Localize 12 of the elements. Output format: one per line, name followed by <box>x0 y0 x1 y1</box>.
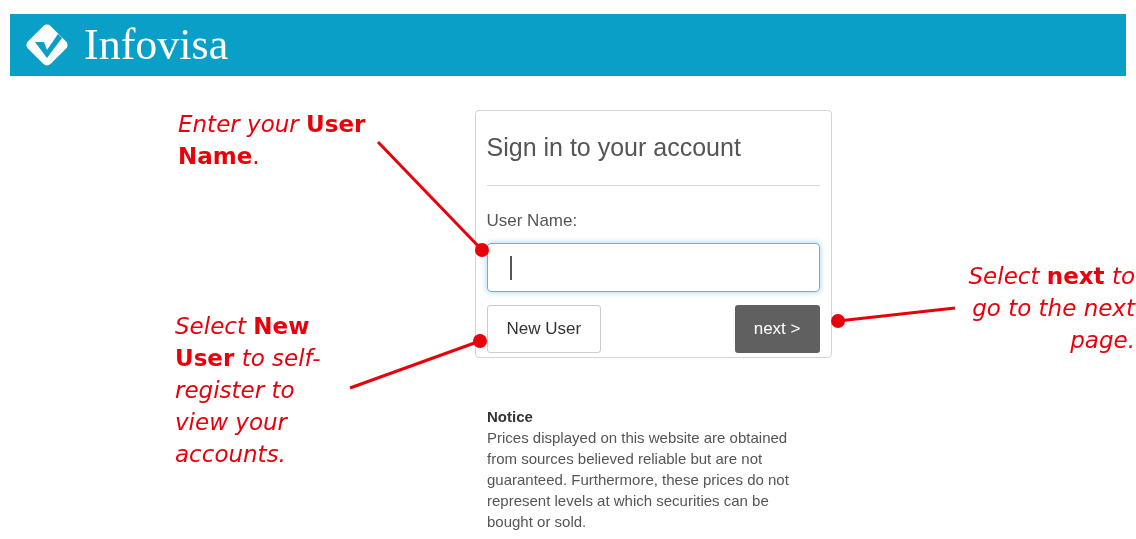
next-button[interactable]: next > <box>734 305 820 353</box>
card-title: Sign in to your account <box>486 129 820 186</box>
new-user-button[interactable]: New User <box>486 305 602 353</box>
notice-title: Notice <box>487 407 534 427</box>
text-cursor <box>509 255 512 280</box>
input-field[interactable] <box>486 243 820 292</box>
logo-text: Infovisa <box>84 23 229 67</box>
field-label: User Name: <box>486 209 579 232</box>
callout-text: Select New User to self-register to view your accounts. <box>175 312 322 469</box>
callout-text: Select next to go to the next page. <box>967 262 1135 355</box>
callout-text: Enter your User Name. <box>178 110 367 171</box>
notice-text: Prices displayed on this website are obtained from sources believed reliable but are not guaranteed. Furthermore, these prices do not represent levels at which securities can be bought or sold. <box>487 428 790 532</box>
